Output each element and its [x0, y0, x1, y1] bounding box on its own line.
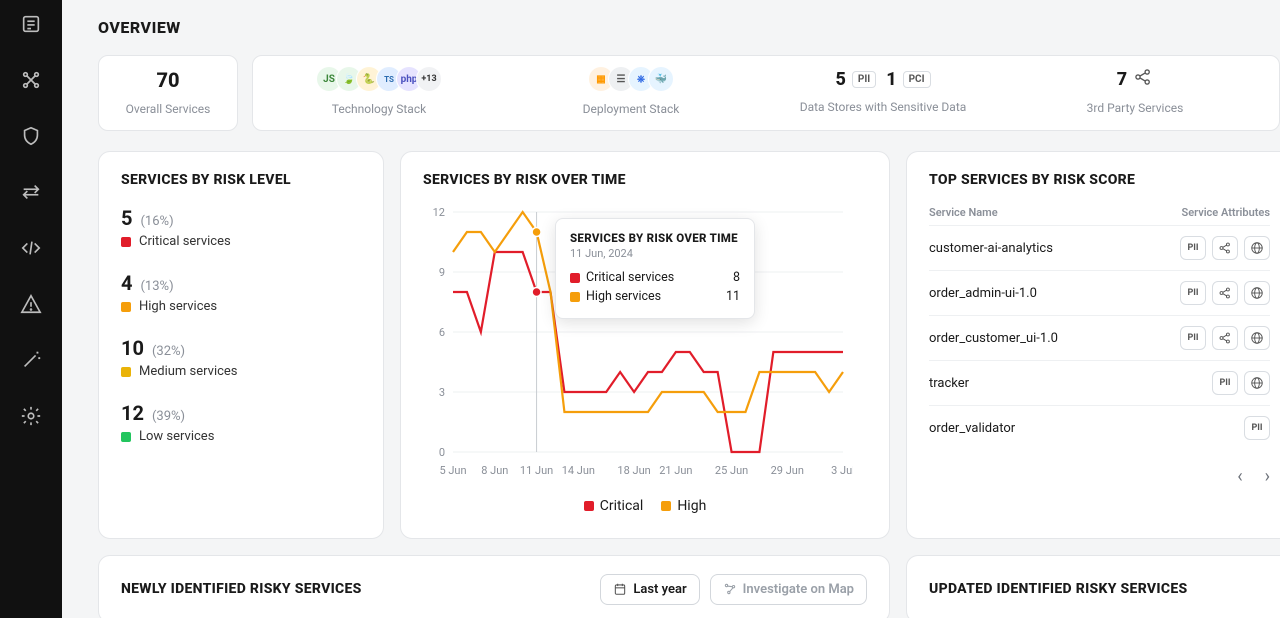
- nav-alert-icon[interactable]: [19, 292, 43, 316]
- svg-text:0: 0: [439, 446, 445, 459]
- svg-text:14 Jun: 14 Jun: [562, 464, 595, 477]
- deploy-stack-col[interactable]: ▦ ☰ ⎈ 🐳 Deployment Stack: [505, 56, 757, 130]
- investigate-button[interactable]: Investigate on Map: [710, 574, 867, 605]
- risk-level-row[interactable]: 10(32%) Medium services: [121, 336, 361, 379]
- risk-time-title: SERVICES BY RISK OVER TIME: [423, 172, 867, 188]
- service-row[interactable]: order_admin-ui-1.0PII: [929, 270, 1270, 315]
- new-risky-card: NEWLY IDENTIFIED RISKY SERVICES Last yea…: [98, 555, 890, 618]
- svg-text:3: 3: [439, 386, 445, 399]
- map-icon: [723, 582, 737, 596]
- pager-next[interactable]: ›: [1265, 466, 1270, 487]
- pager-prev[interactable]: ‹: [1237, 466, 1242, 487]
- service-row[interactable]: order_customer_ui-1.0PII: [929, 315, 1270, 360]
- pii-badge: PII: [1212, 371, 1238, 395]
- risk-level-card: SERVICES BY RISK LEVEL 5(16%) Critical s…: [98, 151, 384, 539]
- service-row[interactable]: order_validatorPII: [929, 405, 1270, 450]
- globe-icon: [1244, 326, 1270, 350]
- svg-text:21 Jun: 21 Jun: [659, 464, 692, 477]
- nav-graph-icon[interactable]: [19, 68, 43, 92]
- svg-text:11 Jun: 11 Jun: [520, 464, 553, 477]
- svg-text:8 Jun: 8 Jun: [481, 464, 508, 477]
- overall-count: 70: [156, 68, 179, 92]
- pii-badge: PII: [1180, 326, 1206, 350]
- risk-level-row[interactable]: 5(16%) Critical services: [121, 206, 361, 249]
- nodes-icon: [1212, 281, 1238, 305]
- globe-icon: [1244, 281, 1270, 305]
- sidebar-nav: [0, 0, 62, 618]
- service-row[interactable]: trackerPII: [929, 360, 1270, 405]
- service-row[interactable]: customer-ai-analyticsPII: [929, 225, 1270, 270]
- nav-transfer-icon[interactable]: [19, 180, 43, 204]
- svg-text:5 Jun: 5 Jun: [439, 464, 466, 477]
- nav-overview-icon[interactable]: [19, 12, 43, 36]
- updated-risky-card: UPDATED IDENTIFIED RISKY SERVICES: [906, 555, 1280, 618]
- nav-wand-icon[interactable]: [19, 348, 43, 372]
- summary-rest-card: JS 🍃 🐍 TS php +13 Technology Stack ▦ ☰ ⎈: [252, 55, 1280, 131]
- risk-level-row[interactable]: 4(13%) High services: [121, 271, 361, 314]
- risk-level-title: SERVICES BY RISK LEVEL: [121, 172, 361, 188]
- third-party-label: 3rd Party Services: [1087, 101, 1184, 115]
- nav-settings-icon[interactable]: [19, 404, 43, 428]
- sensitive-data-col[interactable]: 5PII 1PCI Data Stores with Sensitive Dat…: [757, 56, 1009, 130]
- top-services-title: TOP SERVICES BY RISK SCORE: [929, 172, 1270, 188]
- globe-icon: [1244, 371, 1270, 395]
- svg-text:9: 9: [439, 266, 445, 279]
- nodes-icon: [1133, 67, 1153, 91]
- svg-text:12: 12: [433, 206, 445, 219]
- risk-time-card: SERVICES BY RISK OVER TIME 0 3 6 9 12 5 Jun 8 …: [400, 151, 890, 539]
- pii-badge: PII: [1180, 281, 1206, 305]
- col-service-name: Service Name: [929, 206, 998, 219]
- overall-label: Overall Services: [126, 102, 211, 116]
- svg-text:29 Jun: 29 Jun: [771, 464, 804, 477]
- risk-level-row[interactable]: 12(39%) Low services: [121, 401, 361, 444]
- svg-text:18 Jun: 18 Jun: [617, 464, 650, 477]
- nav-code-icon[interactable]: [19, 236, 43, 260]
- pager: ‹ ›: [929, 466, 1270, 487]
- deploy-stack-icons: ▦ ☰ ⎈ 🐳: [588, 66, 674, 92]
- tech-stack-icons: JS 🍃 🐍 TS php +13: [316, 66, 442, 92]
- col-service-attrs: Service Attributes: [1182, 206, 1271, 219]
- chart-legend: Critical High: [423, 498, 867, 514]
- tech-stack-label: Technology Stack: [332, 102, 426, 116]
- svg-text:25 Jun: 25 Jun: [715, 464, 748, 477]
- summary-overall-card[interactable]: 70 Overall Services: [98, 55, 238, 131]
- globe-icon: [1244, 236, 1270, 260]
- page-title: OVERVIEW: [98, 18, 1280, 37]
- new-risky-title: NEWLY IDENTIFIED RISKY SERVICES: [121, 581, 362, 597]
- pii-badge: PII: [1244, 416, 1270, 440]
- pii-badge: PII: [1180, 236, 1206, 260]
- updated-risky-title: UPDATED IDENTIFIED RISKY SERVICES: [929, 581, 1188, 597]
- calendar-icon: [613, 582, 627, 596]
- third-party-col[interactable]: 7 3rd Party Services: [1009, 56, 1279, 130]
- nodes-icon: [1212, 236, 1238, 260]
- sensitive-label: Data Stores with Sensitive Data: [800, 100, 967, 114]
- svg-text:6: 6: [439, 326, 445, 339]
- svg-text:3 Jul: 3 Jul: [831, 464, 853, 477]
- nav-shield-icon[interactable]: [19, 124, 43, 148]
- summary-row: 70 Overall Services JS 🍃 🐍 TS php +13 Te…: [98, 55, 1280, 131]
- deploy-stack-label: Deployment Stack: [583, 102, 680, 116]
- tech-stack-col[interactable]: JS 🍃 🐍 TS php +13 Technology Stack: [253, 56, 505, 130]
- top-services-card: TOP SERVICES BY RISK SCORE Service Name …: [906, 151, 1280, 539]
- date-range-button[interactable]: Last year: [600, 574, 699, 605]
- chart-tooltip: SERVICES BY RISK OVER TIME 11 Jun, 2024 …: [555, 218, 755, 319]
- nodes-icon: [1212, 326, 1238, 350]
